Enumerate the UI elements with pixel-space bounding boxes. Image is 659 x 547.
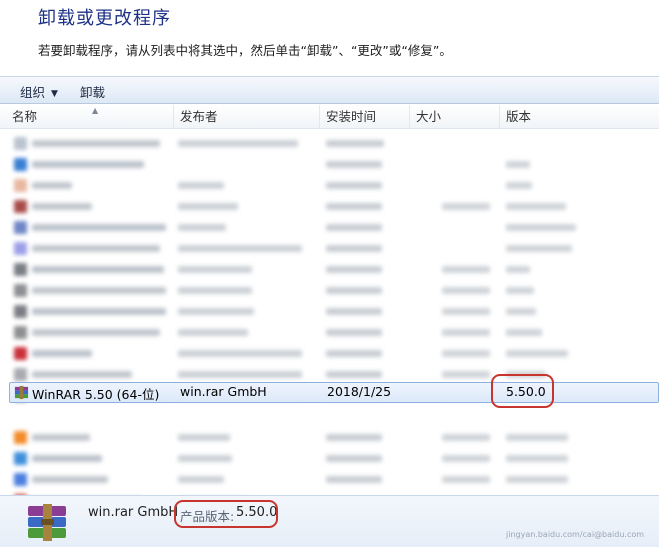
list-item[interactable] (0, 427, 659, 448)
page-description: 若要卸载程序，请从列表中将其选中，然后单击“卸载”、“更改”或“修复”。 (38, 43, 452, 58)
column-header-publisher[interactable]: 发布者 (174, 105, 320, 129)
list-item[interactable] (0, 154, 659, 175)
list-item[interactable] (0, 259, 659, 280)
winrar-icon (14, 385, 29, 400)
header: 卸载或更改程序 若要卸载程序，请从列表中将其选中，然后单击“卸载”、“更改”或“… (0, 0, 659, 74)
organize-label: 组织 (20, 85, 46, 100)
list-item[interactable] (0, 133, 659, 154)
list-item[interactable] (0, 175, 659, 196)
organize-button[interactable]: 组织 ▼ (18, 82, 60, 101)
column-header-size[interactable]: 大小 (410, 105, 500, 129)
details-version-highlight-oval (174, 500, 278, 528)
program-list[interactable] (0, 129, 659, 495)
list-item[interactable] (0, 301, 659, 322)
list-item[interactable] (0, 322, 659, 343)
column-header-version[interactable]: 版本 (500, 105, 659, 129)
watermark: jingyan.baidu.com/cai@baidu.com (506, 530, 645, 539)
list-item[interactable] (0, 196, 659, 217)
program-name: WinRAR 5.50 (64-位) (32, 387, 160, 402)
column-header-row: 名称 ▲ 发布者 安装时间 大小 版本 (0, 105, 659, 129)
details-publisher: win.rar GmbH (88, 505, 179, 520)
sort-ascending-icon: ▲ (92, 106, 99, 115)
list-item[interactable] (0, 343, 659, 364)
details-pane: win.rar GmbH 产品版本: 5.50.0 jingyan.baidu.… (0, 495, 659, 547)
list-item[interactable] (0, 469, 659, 490)
column-header-name[interactable]: 名称 ▲ (6, 105, 174, 129)
column-header-install-date[interactable]: 安装时间 (320, 105, 410, 129)
program-publisher: win.rar GmbH (180, 384, 267, 399)
column-header-name-label: 名称 (12, 109, 38, 124)
list-item[interactable] (0, 280, 659, 301)
list-item[interactable] (0, 217, 659, 238)
program-install-date: 2018/1/25 (327, 384, 392, 399)
page-title: 卸载或更改程序 (38, 8, 171, 29)
dropdown-caret-icon: ▼ (51, 89, 58, 99)
selected-program-row[interactable]: WinRAR 5.50 (64-位) win.rar GmbH 2018/1/2… (9, 382, 659, 403)
list-item[interactable] (0, 238, 659, 259)
version-highlight-oval (491, 374, 554, 408)
winrar-large-icon (28, 504, 66, 541)
toolbar: 组织 ▼ 卸载 (0, 76, 659, 104)
list-item[interactable] (0, 448, 659, 469)
